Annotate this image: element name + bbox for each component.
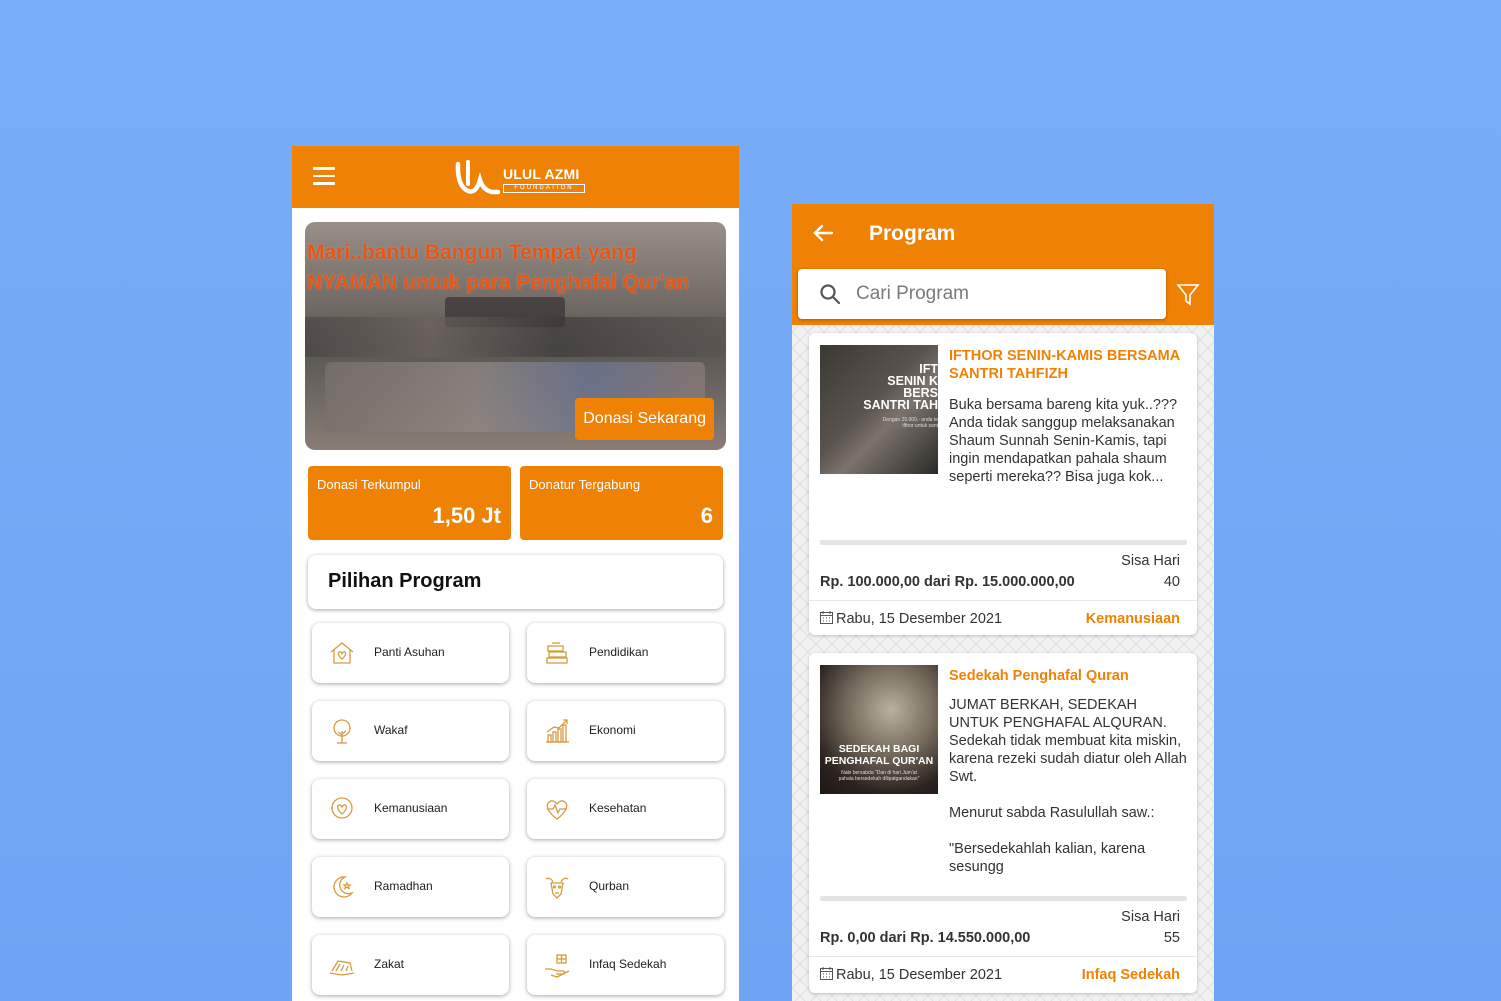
stat-label: Donasi Terkumpul (317, 477, 421, 492)
date-text: Rabu, 15 Desember 2021 (836, 967, 1003, 983)
search-icon (820, 284, 841, 305)
section-title: Pilihan Program (308, 555, 723, 609)
logo-text: ULUL AZMI (503, 166, 580, 182)
divider (809, 600, 1197, 601)
app-header: ULUL AZMI FOUNDATION (292, 146, 739, 208)
page-title: Program (869, 222, 956, 245)
program-date: Rabu, 15 Desember 2021 (820, 967, 1002, 983)
progress-bar (820, 540, 1187, 545)
search-bar (798, 269, 1166, 319)
divider (809, 956, 1197, 957)
days-left-value: 55 (1163, 930, 1180, 946)
chart-growth-icon (546, 719, 569, 743)
category-zakat[interactable]: Zakat (312, 935, 509, 995)
campaign-banner[interactable]: Mari..bantu Bangun Tempat yang NYAMAN un… (305, 222, 726, 450)
category-label: Kemanusiaan (374, 801, 448, 815)
logo-mark-icon (455, 160, 500, 195)
donate-now-button[interactable]: Donasi Sekarang (575, 398, 714, 440)
calendar-icon (820, 967, 833, 980)
app-logo: ULUL AZMI FOUNDATION (454, 158, 589, 198)
stat-donations-collected: Donasi Terkumpul 1,50 Jt (308, 466, 511, 540)
heart-hands-icon (331, 797, 353, 819)
program-category: Kemanusiaan (1085, 611, 1180, 627)
category-label: Zakat (374, 957, 405, 971)
menu-icon[interactable] (313, 167, 335, 185)
program-header: Program (792, 204, 1214, 325)
stat-value: 1,50 Jt (432, 503, 502, 528)
category-label: Wakaf (374, 723, 408, 737)
program-thumbnail: SEDEKAH BAGI PENGHAFAL QUR'AN Nabi bersa… (820, 665, 938, 794)
program-title[interactable]: Sedekah Penghafal Quran (949, 667, 1189, 685)
stat-donors-joined: Donatur Tergabung 6 (520, 466, 723, 540)
program-title[interactable]: IFTHOR SENIN-KAMIS BERSAMA SANTRI TAHFIZ… (949, 347, 1189, 383)
category-label: Kesehatan (589, 801, 647, 815)
giving-hand-icon (545, 954, 570, 978)
thumbnail-caption: Dengan 25.000,- anda te ifthor untuk san… (882, 417, 938, 429)
category-kesehatan[interactable]: Kesehatan (527, 779, 724, 839)
category-ramadhan[interactable]: Ramadhan (312, 857, 509, 917)
progress-bar (820, 896, 1187, 901)
thumbnail-text: SEDEKAH BAGI PENGHAFAL QUR'AN (824, 743, 934, 767)
logo-subtext: FOUNDATION (503, 184, 585, 193)
category-label: Pendidikan (589, 645, 649, 659)
category-infaq-sedekah[interactable]: Infaq Sedekah (527, 935, 724, 995)
date-text: Rabu, 15 Desember 2021 (836, 611, 1003, 627)
program-screen: Program IFT SENIN K BERS SANTRI TAH Deng… (792, 204, 1214, 1001)
days-left-value: 40 (1163, 574, 1180, 590)
program-card[interactable]: SEDEKAH BAGI PENGHAFAL QUR'AN Nabi bersa… (809, 653, 1197, 993)
category-label: Ramadhan (374, 879, 433, 893)
category-wakaf[interactable]: Wakaf (312, 701, 509, 761)
program-description: JUMAT BERKAH, SEDEKAH UNTUK PENGHAFAL AL… (949, 697, 1187, 875)
thumbnail-caption: Nabi bersabda "Dan di hari Jum'at pahala… (838, 770, 920, 782)
category-kemanusiaan[interactable]: Kemanusiaan (312, 779, 509, 839)
program-thumbnail: IFT SENIN K BERS SANTRI TAH Dengan 25.00… (820, 345, 938, 474)
days-left-label: Sisa Hari (1121, 909, 1180, 925)
coins-icon (329, 960, 355, 976)
program-card[interactable]: IFT SENIN K BERS SANTRI TAH Dengan 25.00… (809, 333, 1197, 635)
category-ekonomi[interactable]: Ekonomi (527, 701, 724, 761)
category-pendidikan[interactable]: Pendidikan (527, 623, 724, 683)
program-date: Rabu, 15 Desember 2021 (820, 611, 1002, 627)
donation-amount: Rp. 100.000,00 dari Rp. 15.000.000,00 (820, 574, 1075, 590)
heartbeat-icon (546, 800, 568, 820)
category-qurban[interactable]: Qurban (527, 857, 724, 917)
category-label: Ekonomi (589, 723, 636, 737)
back-arrow-icon[interactable] (812, 222, 834, 244)
tree-icon (333, 719, 351, 744)
home-screen: ULUL AZMI FOUNDATION Mari..bantu Bangun … (292, 146, 739, 1001)
search-input[interactable] (856, 279, 1146, 309)
program-category: Infaq Sedekah (1081, 967, 1180, 983)
house-heart-icon (330, 642, 354, 664)
crescent-star-icon (333, 876, 355, 898)
category-label: Qurban (589, 879, 630, 893)
stat-value: 6 (700, 503, 713, 528)
category-label: Infaq Sedekah (589, 957, 667, 971)
program-description: Buka bersama bareng kita yuk..??? Anda t… (949, 397, 1178, 485)
donation-amount: Rp. 0,00 dari Rp. 14.550.000,00 (820, 930, 1031, 946)
banner-title: Mari..bantu Bangun Tempat yang NYAMAN un… (307, 241, 690, 294)
goat-icon (545, 877, 569, 899)
category-panti-asuhan[interactable]: Panti Asuhan (312, 623, 509, 683)
filter-icon[interactable] (1176, 282, 1200, 306)
thumbnail-text: IFT SENIN K BERS SANTRI TAH (863, 362, 938, 412)
category-label: Panti Asuhan (374, 645, 445, 659)
stat-label: Donatur Tergabung (529, 477, 641, 492)
days-left-label: Sisa Hari (1121, 553, 1180, 569)
books-icon (546, 642, 568, 664)
calendar-icon (820, 611, 833, 624)
